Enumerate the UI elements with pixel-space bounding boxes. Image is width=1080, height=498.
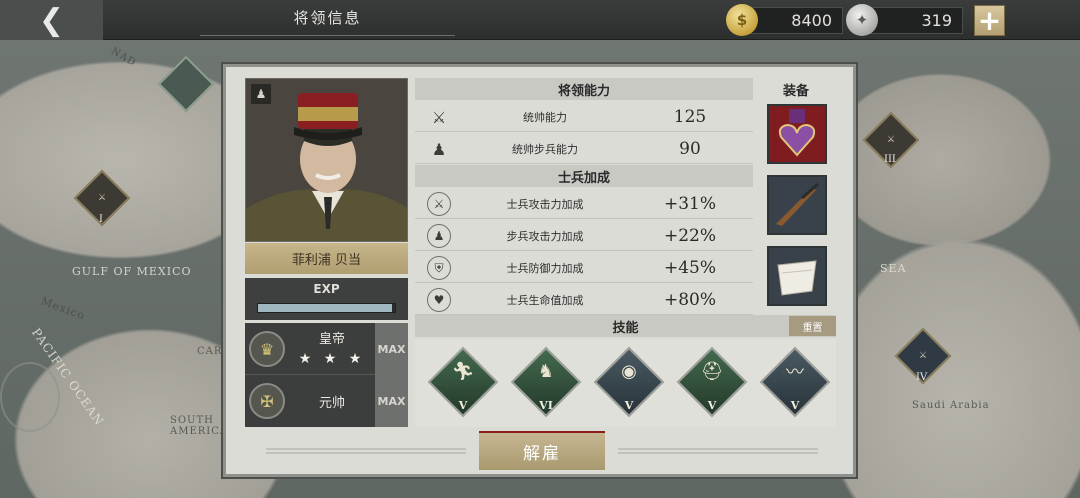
- skill-slot[interactable]: 〰 V: [759, 346, 831, 418]
- crown-icon: ♛: [249, 331, 285, 367]
- gold-coin-icon: $: [726, 4, 758, 36]
- top-bar: ❮ 将领信息 8400 $ 319 ✦ +: [0, 0, 1080, 40]
- chevron-left-icon: ❮: [38, 2, 65, 38]
- helmet-wrench-icon: ⛑: [700, 360, 724, 382]
- map-unit-badge-3-level: III: [884, 154, 896, 165]
- heart-icon: ♥: [427, 288, 451, 312]
- ability-row: ⚔ 统帅能力 125: [415, 101, 753, 132]
- bonus-value: +45%: [663, 257, 717, 278]
- equipment-slot-medal[interactable]: [767, 104, 827, 164]
- map-unit-badge-4-level: IV: [916, 372, 928, 383]
- military-max-tag: MAX: [375, 375, 408, 427]
- skills-header: 技能: [415, 315, 836, 337]
- bonus-name: 士兵攻击力加成: [506, 197, 584, 211]
- bonus-row: ⛨ 士兵防御力加成 +45%: [415, 252, 753, 283]
- bonus-row: ⚔ 士兵攻击力加成 +31%: [415, 188, 753, 219]
- rank-stars: ★ ★ ★: [298, 351, 366, 367]
- person-icon: ♟: [251, 84, 271, 104]
- sword-attack-icon: ⚔: [427, 192, 451, 216]
- bonus-name: 士兵防御力加成: [506, 261, 584, 275]
- skill-level: V: [707, 398, 717, 412]
- general-info-panel: ♟ 菲利浦 贝当 EXP ♛ 皇帝 ★ ★ ★ MAX ✠ 元帅 MAX 将领能…: [223, 64, 856, 477]
- bonus-row: ♥ 士兵生命值加成 +80%: [415, 284, 753, 315]
- ability-value: 90: [679, 138, 701, 159]
- crossed-swords-icon: ⚔: [97, 193, 107, 203]
- general-portrait: ♟: [245, 78, 408, 242]
- skill-level: V: [458, 398, 468, 412]
- ability-row: ♟ 统帅步兵能力 90: [415, 133, 753, 164]
- skill-slot[interactable]: 🏃︎ V: [427, 346, 499, 418]
- decorative-line-right: [618, 448, 818, 454]
- bonus-name: 士兵生命值加成: [506, 293, 584, 307]
- skill-slot[interactable]: ♞ VI: [510, 346, 582, 418]
- skills-area: 🏃︎ V ♞ VI ◉ V ⛑ V 〰 V: [415, 339, 836, 427]
- silver-coin-icon: ✦: [846, 4, 878, 36]
- map-label-mexico: Mexico: [39, 294, 88, 323]
- soldier-attack-icon: ♟: [427, 224, 451, 248]
- military-rank-title: 元帅: [318, 395, 345, 411]
- silver-amount: 319: [921, 11, 952, 30]
- crossed-rifles-icon: ⚔: [918, 351, 928, 361]
- back-button[interactable]: ❮: [0, 0, 103, 40]
- skill-slot[interactable]: ◉ V: [593, 346, 665, 418]
- skill-level: VI: [539, 398, 553, 412]
- book-icon[interactable]: [157, 55, 215, 113]
- decorative-line-left: [266, 448, 466, 454]
- shield-icon: ⛨: [427, 256, 451, 280]
- page-title: 将领信息: [200, 0, 455, 36]
- ability-name: 统帅能力: [523, 110, 567, 124]
- bonus-name: 步兵攻击力加成: [506, 229, 584, 243]
- map-label-south-america: SOUTH AMERICA: [170, 415, 229, 437]
- bonus-row: ♟ 步兵攻击力加成 +22%: [415, 220, 753, 251]
- bonus-header: 士兵加成: [415, 165, 753, 187]
- map-label-nad: NAD: [109, 45, 138, 70]
- dismiss-general-button[interactable]: 解雇: [479, 431, 605, 470]
- cloth-item-icon: [777, 260, 817, 296]
- exp-bar: [257, 303, 396, 313]
- gold-amount: 8400: [791, 11, 832, 30]
- marshal-wings-icon: ✠: [249, 383, 285, 419]
- bonus-value: +31%: [663, 193, 717, 214]
- ability-value: 125: [673, 106, 707, 127]
- infantry-icon: ♟: [431, 139, 447, 159]
- skill-slot[interactable]: ⛑ V: [676, 346, 748, 418]
- bonus-value: +80%: [663, 289, 717, 310]
- bonus-value: +22%: [663, 225, 717, 246]
- map-label-sea: SEA: [880, 262, 907, 275]
- map-label-gulf: GULF OF MEXICO: [72, 265, 192, 278]
- abilities-header: 将领能力: [415, 78, 753, 100]
- barbed-wire-icon: 〰: [786, 362, 804, 383]
- ability-name: 统帅步兵能力: [512, 142, 578, 156]
- compass-rose-icon: [0, 362, 60, 432]
- exp-bar-fill: [258, 304, 393, 312]
- laurel-soldier-icon: ♞: [537, 360, 555, 382]
- crossed-swords-icon: ⚔: [431, 107, 447, 127]
- equipment-header: 装备: [782, 83, 809, 99]
- rank-row-military: ✠ 元帅 MAX: [245, 375, 408, 427]
- map-label-saudi: Saudi Arabia: [912, 400, 990, 411]
- equipment-slot-weapon[interactable]: [767, 175, 827, 235]
- purple-heart-medal-icon: [778, 109, 816, 157]
- exp-label: EXP: [313, 282, 340, 296]
- map-unit-badge-1-level: I: [99, 214, 103, 225]
- rifle-icon: [776, 182, 819, 226]
- rank-max-tag: MAX: [375, 323, 408, 375]
- running-soldier-icon: 🏃︎: [451, 360, 475, 382]
- reset-skills-button[interactable]: 重置: [789, 316, 836, 336]
- rank-block: ♛ 皇帝 ★ ★ ★ MAX ✠ 元帅 MAX: [245, 323, 408, 427]
- skill-level: V: [624, 398, 634, 412]
- skill-level: V: [790, 398, 800, 412]
- rank-row-title: ♛ 皇帝 ★ ★ ★ MAX: [245, 323, 408, 375]
- eye-icon: ◉: [621, 360, 637, 382]
- equipment-slot-uniform[interactable]: [767, 246, 827, 306]
- add-currency-button[interactable]: +: [974, 5, 1005, 36]
- exp-box: EXP: [245, 278, 408, 320]
- rank-title: 皇帝: [318, 331, 345, 347]
- general-name: 菲利浦 贝当: [245, 243, 408, 274]
